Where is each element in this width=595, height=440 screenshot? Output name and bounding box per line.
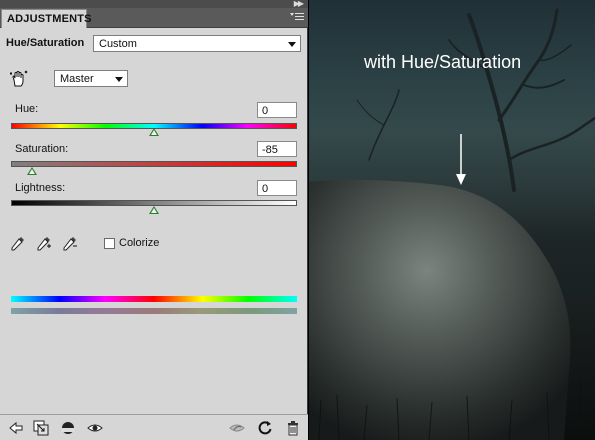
hand-scrub-icon[interactable]: [10, 70, 28, 88]
previous-state-icon[interactable]: [229, 420, 245, 436]
saturation-input[interactable]: -85: [257, 141, 297, 157]
saturation-track[interactable]: [11, 161, 297, 167]
colorize-label: Colorize: [119, 237, 160, 249]
tab-adjustments-label: ADJUSTMENTS: [7, 13, 92, 25]
layer-mask-icon[interactable]: [60, 420, 76, 436]
panel-collapse-strip: ▶▶: [0, 0, 308, 8]
hue-label: Hue:: [15, 103, 39, 115]
chevron-down-icon: [288, 42, 296, 47]
tab-adjustments[interactable]: ADJUSTMENTS: [1, 9, 92, 28]
channel-dropdown[interactable]: Master: [54, 70, 128, 87]
double-chevron-right-icon[interactable]: ▶▶: [294, 0, 304, 8]
canvas-image: with Hue/Saturation: [309, 0, 595, 440]
saturation-value: -85: [262, 144, 278, 156]
trash-icon[interactable]: [285, 420, 301, 436]
clip-to-layer-icon[interactable]: [33, 420, 49, 436]
panel-tab-bar: ▶▶ ADJUSTMENTS: [0, 0, 308, 28]
lightness-label: Lightness:: [15, 182, 66, 194]
saturation-slider-handle[interactable]: [27, 167, 38, 175]
adjustment-title: Hue/Saturation: [6, 37, 85, 49]
lightness-value: 0: [262, 183, 269, 195]
channel-value: Master: [60, 73, 94, 85]
hue-input[interactable]: 0: [257, 102, 297, 118]
adjustments-panel: ▶▶ ADJUSTMENTS Hue/Saturation Custom Mas…: [0, 0, 308, 440]
saturation-label: Saturation:: [15, 143, 69, 155]
chevron-down-icon: [115, 77, 123, 82]
spectrum-bar-output: [11, 308, 297, 314]
hue-slider-handle[interactable]: [149, 128, 159, 136]
preset-value: Custom: [99, 38, 137, 50]
eyedropper-icon[interactable]: [10, 235, 26, 251]
eyedropper-plus-icon[interactable]: [36, 235, 52, 251]
preset-dropdown[interactable]: Custom: [93, 35, 301, 52]
image-caption: with Hue/Saturation: [364, 52, 522, 72]
back-arrow-icon[interactable]: [8, 420, 24, 436]
panel-bottom-toolbar: [0, 414, 308, 440]
spectrum-bar-input: [11, 296, 297, 302]
lightness-slider-handle[interactable]: [149, 206, 159, 214]
panel-menu-icon[interactable]: [290, 12, 304, 22]
eyedropper-minus-icon[interactable]: [62, 235, 78, 251]
lightness-input[interactable]: 0: [257, 180, 297, 196]
reset-icon[interactable]: [257, 420, 273, 436]
colorize-checkbox[interactable]: [104, 238, 115, 249]
hue-value: 0: [262, 105, 269, 117]
down-arrow-annotation: [456, 134, 466, 185]
visibility-eye-icon[interactable]: [87, 420, 103, 436]
